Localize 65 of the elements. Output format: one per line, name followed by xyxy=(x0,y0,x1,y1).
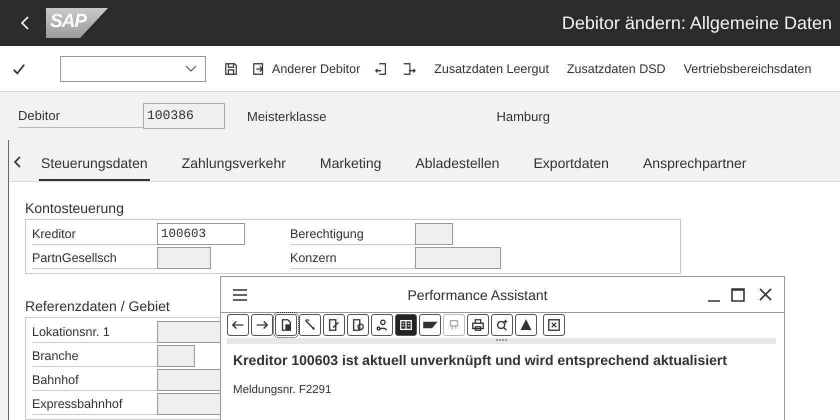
toolbar-button[interactable]: Vertriebsbereichsdaten xyxy=(684,62,812,76)
arrow-left-icon xyxy=(231,318,245,332)
zoom-in-icon xyxy=(495,318,509,332)
tool-button[interactable] xyxy=(251,314,273,336)
document-icon xyxy=(279,318,293,332)
document-globe-icon xyxy=(351,318,365,332)
input-field[interactable]: 100603 xyxy=(157,223,245,245)
tab[interactable]: Exportdaten xyxy=(531,155,611,181)
toolbar-button[interactable]: Zusatzdaten Leergut xyxy=(434,62,549,76)
tool-button[interactable] xyxy=(299,314,321,336)
grip-icon xyxy=(496,338,508,342)
splitter-handle[interactable] xyxy=(227,338,776,344)
window-controls-icon[interactable] xyxy=(708,288,772,302)
edit-icon xyxy=(327,318,341,332)
dialog-title: Performance Assistant xyxy=(406,286,549,302)
tab[interactable]: Ansprechpartner xyxy=(640,155,748,181)
tool-button[interactable] xyxy=(347,314,369,336)
enter-button[interactable] xyxy=(402,62,416,76)
tool-button[interactable] xyxy=(371,314,393,336)
input-field[interactable] xyxy=(415,223,453,245)
toolbar-button[interactable]: Zusatzdaten DSD xyxy=(566,62,666,76)
exit-button[interactable] xyxy=(374,62,388,76)
close-icon xyxy=(547,318,561,332)
section-title: Kontosteuerung xyxy=(25,200,125,216)
command-field[interactable] xyxy=(60,56,206,82)
exit-icon xyxy=(374,62,388,76)
back-icon[interactable] xyxy=(20,15,30,31)
tool-button[interactable] xyxy=(227,314,249,336)
arrow-right-icon xyxy=(255,318,269,332)
tool-button[interactable] xyxy=(419,314,441,336)
input-field[interactable] xyxy=(157,247,211,269)
debtor-field: 100386 xyxy=(143,103,225,129)
input-field[interactable] xyxy=(415,247,501,269)
tool-button[interactable] xyxy=(491,314,513,336)
tab[interactable]: Abladestellen xyxy=(413,155,502,181)
person-icon xyxy=(375,318,389,332)
save-button[interactable] xyxy=(224,62,238,76)
other-debtor-button[interactable]: Anderer Debitor xyxy=(252,62,360,76)
message-text: Kreditor 100603 ist aktuell unverknüpft und wird entsprechend aktualisiert xyxy=(232,351,728,368)
tab[interactable]: Marketing xyxy=(318,155,384,181)
tool-button[interactable] xyxy=(515,314,537,336)
tool-button[interactable] xyxy=(323,314,345,336)
switch-icon xyxy=(252,62,266,76)
menu-icon[interactable] xyxy=(233,288,247,300)
chevron-left-icon[interactable] xyxy=(13,155,23,169)
section-title: Referenzdaten / Gebiet xyxy=(25,298,171,314)
logo: SAP xyxy=(46,8,108,38)
chevron-down-icon xyxy=(185,64,197,72)
window-title: Debitor ändern: Allgemeine Daten xyxy=(562,12,832,34)
tool-button[interactable] xyxy=(543,314,565,336)
tab[interactable]: Zahlungsverkehr xyxy=(180,155,288,181)
city-text: Hamburg xyxy=(496,108,550,124)
check-button[interactable] xyxy=(12,62,26,76)
save-icon xyxy=(224,62,238,76)
debtor-name: Meisterklasse xyxy=(247,108,326,124)
tool-button[interactable] xyxy=(275,314,297,336)
message-number: Meldungsnr. F2291 xyxy=(232,383,332,396)
book-icon xyxy=(399,318,413,332)
printer-icon xyxy=(471,318,485,332)
tool-button[interactable] xyxy=(395,314,417,336)
enter-icon xyxy=(402,62,416,76)
triangle-icon xyxy=(519,318,533,332)
input-field[interactable] xyxy=(157,345,195,367)
tool-button[interactable] xyxy=(467,314,489,336)
check-icon xyxy=(12,62,26,76)
